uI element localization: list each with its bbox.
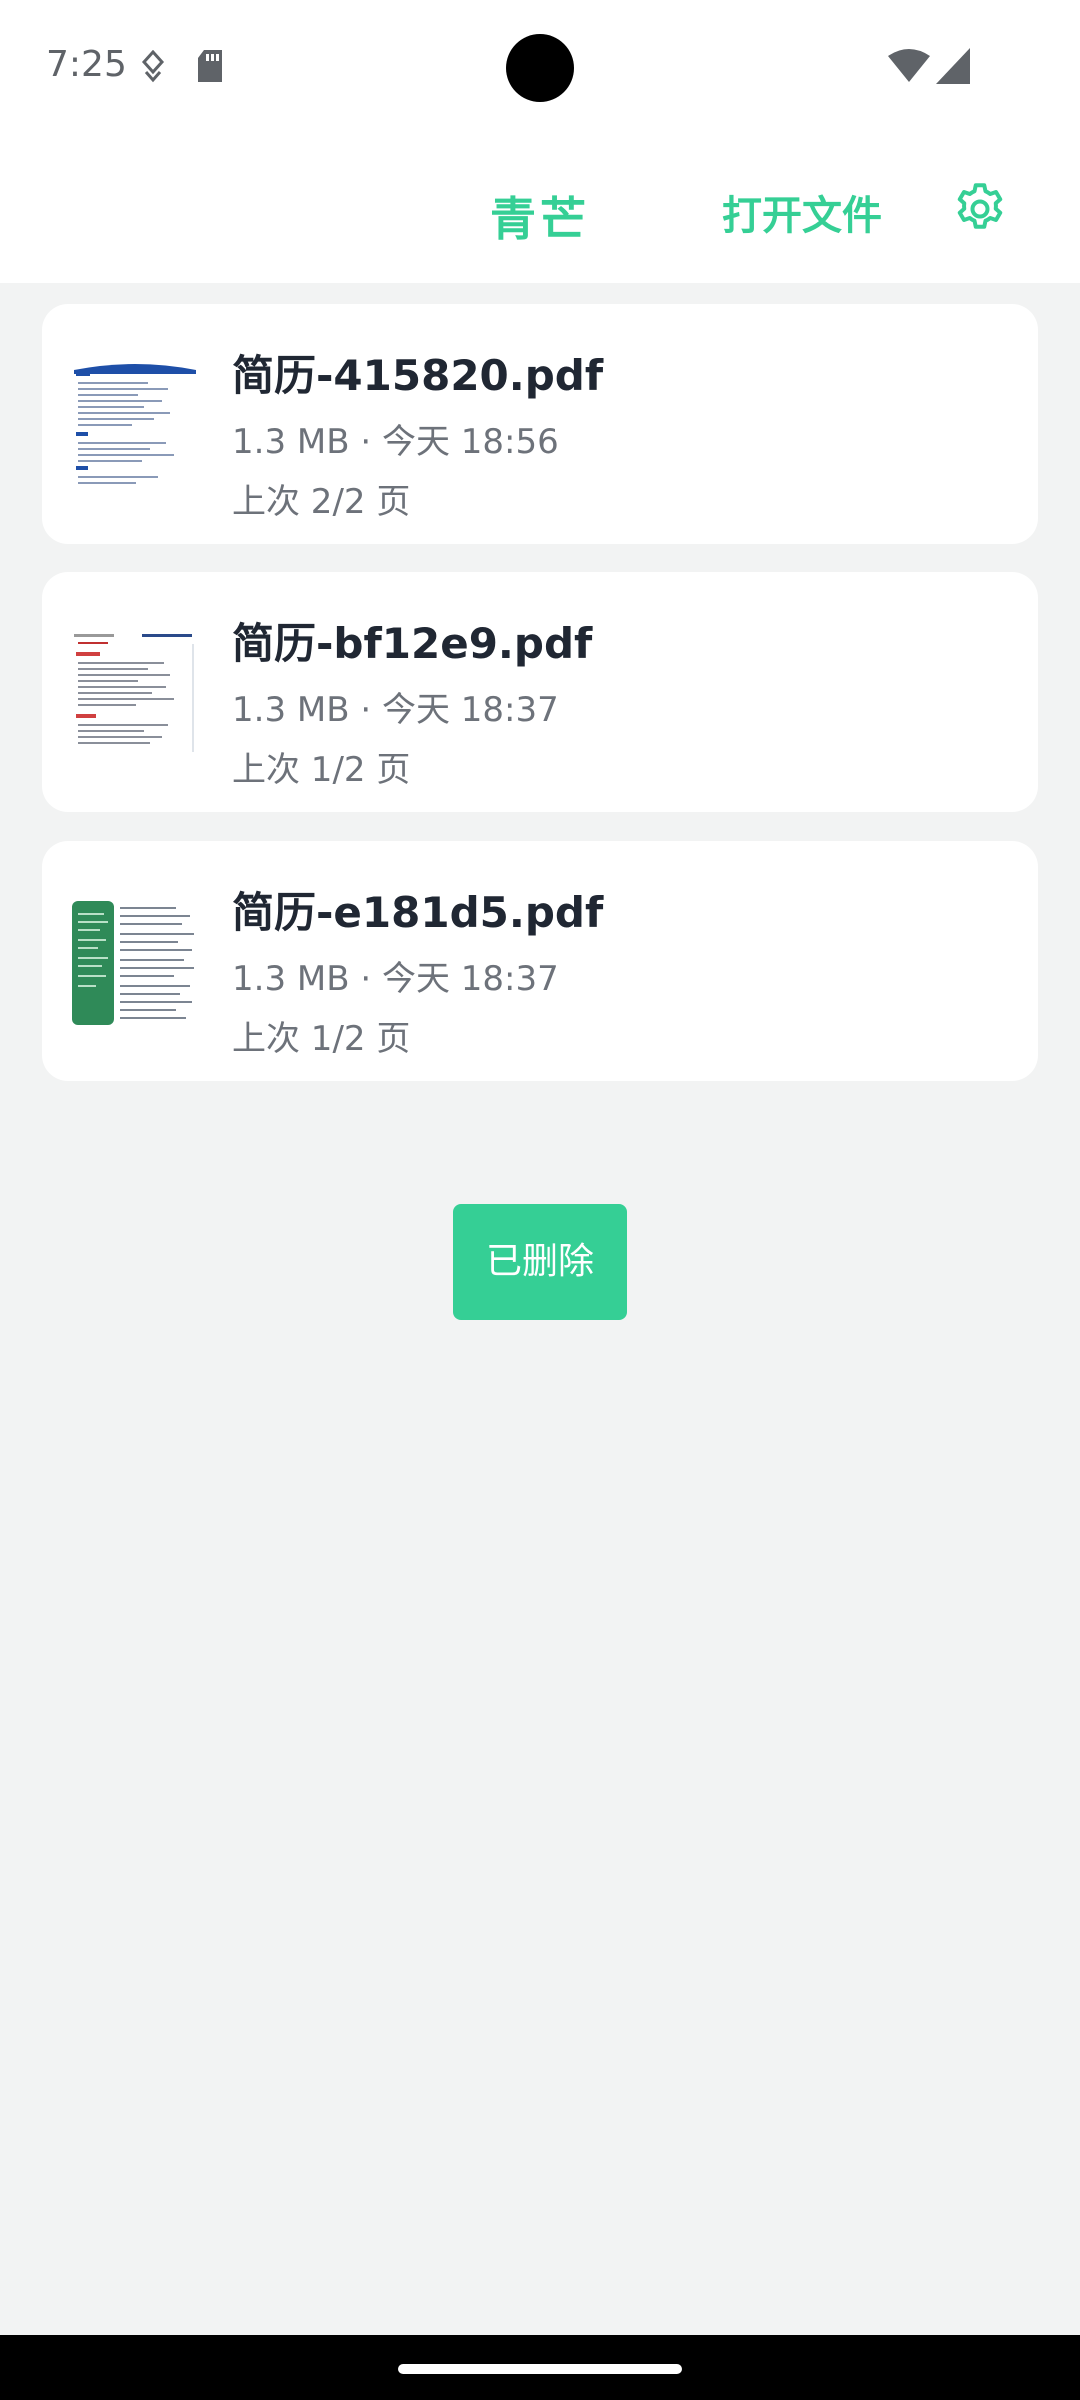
file-name: 简历-bf12e9.pdf — [232, 619, 593, 668]
file-last-page: 上次 1/2 页 — [232, 750, 411, 790]
file-name: 简历-e181d5.pdf — [232, 888, 604, 937]
file-meta: 1.3 MB · 今天 18:37 — [232, 959, 559, 999]
settings-button[interactable] — [950, 179, 1010, 239]
file-name: 简历-415820.pdf — [232, 351, 604, 400]
pdf-thumbnail — [72, 899, 198, 1027]
deleted-toast: 已删除 — [453, 1204, 627, 1320]
app-title: 青芒 — [490, 192, 590, 246]
app-bar: 青芒 打开文件 — [0, 135, 1080, 283]
file-list-item[interactable]: 简历-e181d5.pdf 1.3 MB · 今天 18:37 上次 1/2 页 — [42, 841, 1038, 1081]
pdf-thumbnail — [72, 630, 198, 758]
home-gesture-handle[interactable] — [398, 2364, 682, 2374]
file-last-page: 上次 1/2 页 — [232, 1019, 411, 1059]
file-last-page: 上次 2/2 页 — [232, 482, 411, 522]
data-saver-icon — [140, 49, 166, 88]
file-meta: 1.3 MB · 今天 18:37 — [232, 690, 559, 730]
camera-cutout — [506, 34, 574, 102]
status-bar: 7:25 — [0, 0, 1080, 135]
wifi-icon — [888, 48, 930, 88]
file-list-item[interactable]: 简历-bf12e9.pdf 1.3 MB · 今天 18:37 上次 1/2 页 — [42, 572, 1038, 812]
pdf-thumbnail — [72, 362, 198, 490]
cell-signal-icon — [936, 48, 970, 88]
file-meta: 1.3 MB · 今天 18:56 — [232, 422, 559, 462]
file-list-item[interactable]: 简历-415820.pdf 1.3 MB · 今天 18:56 上次 2/2 页 — [42, 304, 1038, 544]
gear-icon — [957, 183, 1003, 229]
open-file-button[interactable]: 打开文件 — [722, 183, 882, 241]
sd-card-icon — [196, 50, 224, 88]
status-time: 7:25 — [46, 44, 127, 85]
